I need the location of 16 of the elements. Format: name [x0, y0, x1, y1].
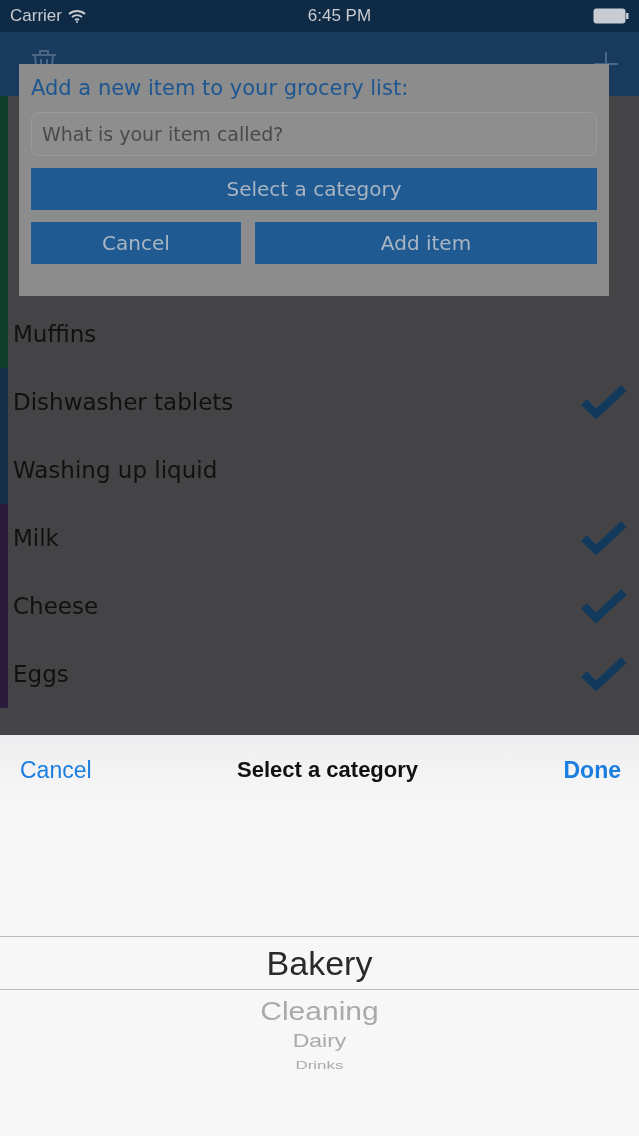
- picker-cancel-button[interactable]: Cancel: [20, 756, 92, 784]
- status-time: 6:45 PM: [307, 6, 372, 26]
- picker-option[interactable]: Drinks: [295, 1060, 344, 1071]
- battery-icon: [593, 8, 629, 24]
- item-name-field[interactable]: What is your item called?: [31, 112, 597, 156]
- carrier-label: Carrier: [10, 6, 62, 26]
- picker-option[interactable]: Bakery: [266, 946, 373, 980]
- picker-title: Select a category: [237, 757, 419, 783]
- select-category-button[interactable]: Select a category: [31, 168, 597, 210]
- wifi-icon: [67, 9, 86, 23]
- cancel-button[interactable]: Cancel: [31, 222, 241, 264]
- done-button[interactable]: Done: [563, 756, 621, 784]
- picker-option[interactable]: Dairy: [292, 1032, 347, 1051]
- picker-option[interactable]: Cleaning: [260, 997, 379, 1025]
- add-item-button[interactable]: Add item: [255, 222, 597, 264]
- dialog-title: Add a new item to your grocery list:: [31, 76, 410, 100]
